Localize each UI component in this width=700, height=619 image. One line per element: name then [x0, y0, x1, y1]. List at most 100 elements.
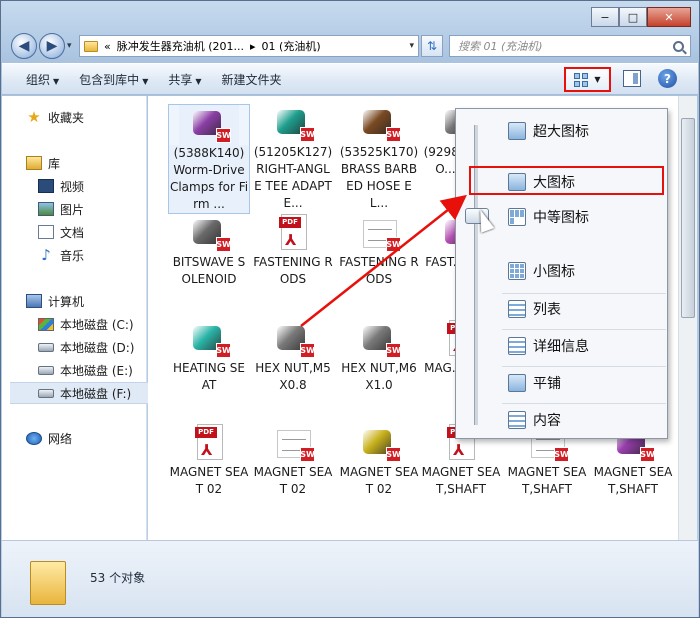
- view-grid-icon: [574, 72, 589, 87]
- solidworks-part-icon: SW: [263, 320, 323, 360]
- file-name: MAGNET SEAT,SHAFT: [421, 465, 501, 496]
- forward-button[interactable]: ▶: [39, 33, 65, 59]
- change-view-button[interactable]: ▼: [564, 67, 611, 92]
- solidworks-part-icon: SW: [349, 104, 409, 144]
- list-view-icon: [508, 300, 526, 318]
- menu-divider: [502, 293, 666, 294]
- sidebar-item-label: 本地磁盘 (C:): [60, 317, 134, 332]
- extra-large-icons-icon: [508, 122, 526, 140]
- search-input[interactable]: 搜索 01 (充油机): [458, 38, 543, 54]
- medium-icons-icon: [508, 208, 526, 226]
- file-item[interactable]: PDF ⅄ FASTENING RODS: [252, 214, 334, 288]
- breadcrumb-current[interactable]: 01 (充油机): [262, 38, 321, 54]
- star-icon: ★: [27, 108, 41, 126]
- network-icon: [26, 431, 42, 445]
- menu-item-label: 超大图标: [533, 124, 589, 140]
- menu-item-list[interactable]: 列表: [508, 297, 660, 321]
- chevron-down-icon[interactable]: ▼: [594, 75, 600, 84]
- file-item[interactable]: PDF ⅄ MAGNET SEAT 02: [168, 424, 250, 498]
- disk-icon: [38, 388, 54, 398]
- search-box[interactable]: 搜索 01 (充油机): [449, 35, 691, 57]
- menu-item-label: 中等图标: [533, 210, 589, 226]
- menu-item-content[interactable]: 内容: [508, 408, 660, 432]
- file-name: HEX NUT,M6X1.0: [341, 361, 417, 392]
- breadcrumb-overflow[interactable]: «: [104, 40, 111, 53]
- address-dropdown-icon[interactable]: ▾: [409, 41, 414, 51]
- file-name: HEX NUT,M5X0.8: [255, 361, 331, 392]
- sidebar-item-label: 本地磁盘 (D:): [60, 340, 135, 355]
- file-item[interactable]: SW (53525K170) BRASS BARBED HOSE EL...: [338, 104, 420, 212]
- scrollbar-thumb[interactable]: [681, 118, 695, 318]
- address-bar[interactable]: « 脉冲发生器充油机 (201... ▸ 01 (充油机) ▾: [79, 35, 419, 57]
- sidebar-item-label: 计算机: [48, 294, 85, 309]
- file-item[interactable]: SW HEX NUT,M6X1.0: [338, 320, 420, 394]
- sidebar-item-label: 文档: [60, 225, 85, 240]
- menu-item-medium-icons[interactable]: 中等图标: [508, 205, 660, 229]
- back-arrow-icon: ◀: [18, 38, 30, 54]
- include-in-library-menu[interactable]: 包含到库中 ▼: [69, 71, 158, 88]
- disk-icon: [38, 342, 54, 352]
- search-icon: [673, 40, 684, 52]
- file-name: MAGNET SEAT 02: [169, 465, 249, 496]
- details-view-icon: [508, 337, 526, 355]
- file-item[interactable]: SW (5388K140)Worm-Drive Clamps for Firm .…: [168, 104, 250, 214]
- breadcrumb-separator-icon[interactable]: ▸: [250, 40, 256, 53]
- file-name: MAGNET SEAT,SHAFT: [593, 465, 673, 496]
- folder-icon: [84, 40, 98, 52]
- picture-icon: [38, 202, 54, 216]
- file-item[interactable]: SW (51205K127)RIGHT-ANGLE TEE ADAPTE...: [252, 104, 334, 212]
- menu-item-small-icons[interactable]: 小图标: [508, 259, 660, 283]
- organize-menu[interactable]: 组织 ▼: [16, 71, 69, 88]
- details-pane: 53 个对象: [2, 540, 698, 617]
- sidebar-item-label: 图片: [60, 202, 85, 217]
- recent-locations-dropdown[interactable]: ▾: [67, 41, 72, 51]
- vertical-scrollbar[interactable]: [678, 96, 697, 540]
- file-name: (51205K127)RIGHT-ANGLE TEE ADAPTE...: [253, 145, 333, 210]
- sidebar-item-disk-f[interactable]: 本地磁盘 (F:): [10, 382, 154, 404]
- breadcrumb-parent[interactable]: 脉冲发生器充油机 (201...: [117, 38, 244, 54]
- caption-buttons: − □ ✕: [591, 7, 691, 27]
- share-menu[interactable]: 共享 ▼: [158, 71, 211, 88]
- sidebar-item-label: 收藏夹: [48, 110, 85, 125]
- view-menu: 超大图标 大图标 中等图标 小图标 列表 详细信息 平铺 内容: [455, 108, 668, 439]
- menu-item-details[interactable]: 详细信息: [508, 334, 660, 358]
- file-name: (5388K140)Worm-Drive Clamps for Firm ...: [169, 145, 249, 213]
- file-item[interactable]: SW MAGNET SEAT 02: [338, 424, 420, 498]
- item-count: 53 个对象: [90, 571, 146, 585]
- menu-item-extra-large-icons[interactable]: 超大图标: [508, 119, 660, 143]
- explorer-window: − □ ✕ ◀ ▶ ▾ « 脉冲发生器充油机 (201... ▸ 01 (充油机…: [0, 0, 700, 618]
- library-icon: [26, 156, 42, 170]
- file-item[interactable]: SW MAGNET SEAT 02: [252, 424, 334, 498]
- preview-pane-icon[interactable]: [623, 70, 641, 87]
- file-name: BITSWAVE SOLENOID: [172, 255, 246, 286]
- sidebar-item-label: 视频: [60, 179, 85, 194]
- refresh-icon: ⇅: [426, 39, 438, 53]
- menu-divider: [502, 403, 666, 404]
- file-name: MAGNET SEAT 02: [339, 465, 419, 496]
- file-item[interactable]: SW BITSWAVE SOLENOID: [168, 214, 250, 288]
- chevron-down-icon: ▼: [195, 76, 202, 86]
- video-icon: [38, 179, 54, 193]
- file-item[interactable]: SW FASTENING RODS: [338, 214, 420, 288]
- file-name: FASTENING RODS: [253, 255, 333, 286]
- minimize-button[interactable]: −: [591, 7, 619, 27]
- solidworks-part-icon: SW: [179, 105, 239, 145]
- file-item[interactable]: SW HEX NUT,M5X0.8: [252, 320, 334, 394]
- maximize-button[interactable]: □: [619, 7, 647, 27]
- sidebar-item-label: 网络: [48, 431, 73, 446]
- back-button[interactable]: ◀: [11, 33, 37, 59]
- help-button[interactable]: ?: [658, 69, 677, 88]
- close-button[interactable]: ✕: [647, 7, 691, 27]
- file-name: (53525K170) BRASS BARBED HOSE EL...: [339, 145, 419, 210]
- refresh-button[interactable]: ⇅: [421, 35, 443, 57]
- solidworks-part-icon: SW: [263, 104, 323, 144]
- file-item[interactable]: SW HEATING SEAT: [168, 320, 250, 394]
- computer-icon: [26, 294, 42, 308]
- file-name: FASTENING RODS: [339, 255, 419, 286]
- organize-label: 组织: [26, 72, 51, 87]
- music-note-icon: ♪: [41, 246, 51, 264]
- menu-item-label: 内容: [533, 413, 561, 429]
- menu-item-label: 详细信息: [533, 339, 589, 355]
- new-folder-button[interactable]: 新建文件夹: [212, 71, 292, 88]
- menu-item-tiles[interactable]: 平铺: [508, 371, 660, 395]
